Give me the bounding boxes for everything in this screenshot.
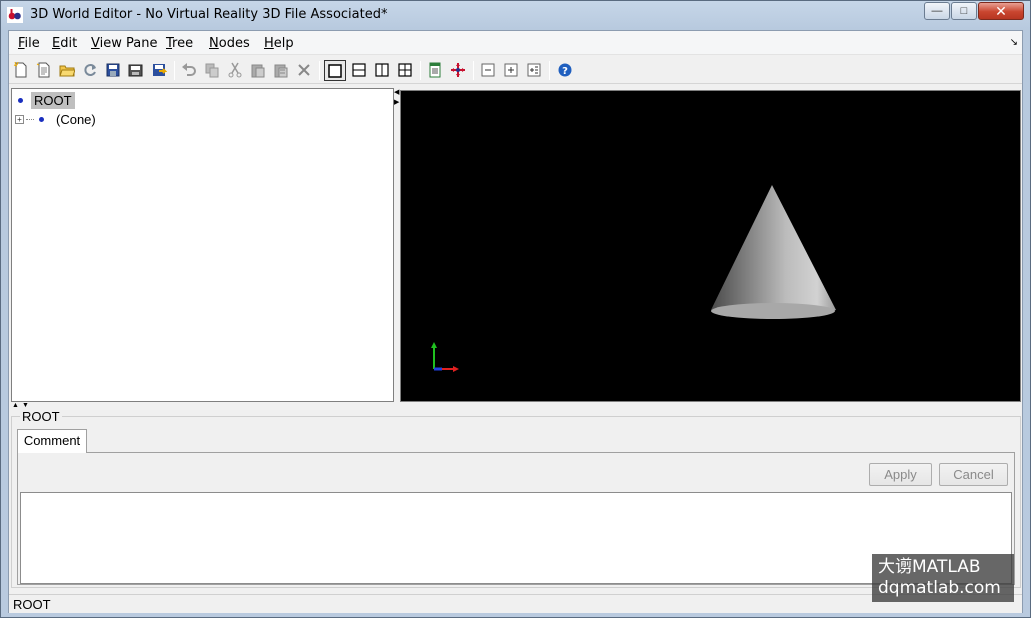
comment-textarea[interactable] xyxy=(20,492,1012,584)
help-icon[interactable]: ? xyxy=(556,61,574,79)
horizontal-splitter[interactable]: ▲ ▼ xyxy=(11,402,1021,409)
menu-view-pane[interactable]: View Pane xyxy=(91,36,157,51)
tree-connector xyxy=(26,118,34,120)
panel-title: ROOT xyxy=(20,409,62,424)
menu-file[interactable]: File xyxy=(18,36,40,51)
collapse-left-arrow-icon[interactable]: ◀ xyxy=(394,88,399,96)
menu-tree[interactable]: Tree xyxy=(166,36,193,51)
horizontal-split-icon[interactable] xyxy=(350,61,368,79)
new-file-icon[interactable] xyxy=(12,61,30,79)
3d-scene xyxy=(431,185,836,372)
copy-icon[interactable] xyxy=(203,61,221,79)
watermark-line1: 大谫MATLAB xyxy=(878,557,981,577)
status-bar: ROOT xyxy=(9,594,1022,613)
collapse-right-arrow-icon[interactable]: ▶ xyxy=(394,98,399,106)
client-area: File Edit View Pane Tree Nodes Help ↘ ? … xyxy=(8,30,1023,613)
toolbar-separator xyxy=(549,61,550,80)
cone-object[interactable] xyxy=(711,185,836,319)
menu-edit[interactable]: Edit xyxy=(52,36,77,51)
node-properties-panel: ROOT Comment Apply Cancel xyxy=(11,409,1021,588)
watermark: 大谫MATLAB dqmatlab.com xyxy=(872,554,1014,602)
node-bullet-icon xyxy=(18,97,23,103)
toolbar-separator xyxy=(420,61,421,80)
collapse-up-arrow-icon[interactable]: ▲ xyxy=(12,402,19,409)
toolbar-separator xyxy=(473,61,474,80)
new-from-template-icon[interactable] xyxy=(35,61,53,79)
undo-icon[interactable] xyxy=(180,61,198,79)
app-window: 3D World Editor - No Virtual Reality 3D … xyxy=(0,0,1031,618)
3d-viewport[interactable] xyxy=(400,90,1021,402)
tree-node-root[interactable]: ROOT xyxy=(18,91,75,109)
menu-dock-arrow-icon[interactable]: ↘ xyxy=(1010,37,1018,48)
minimize-button[interactable]: — xyxy=(924,2,950,20)
properties-icon[interactable] xyxy=(426,61,444,79)
paste-icon[interactable] xyxy=(249,61,267,79)
app-logo-icon xyxy=(7,7,23,23)
reload-icon[interactable] xyxy=(81,61,99,79)
menu-bar: File Edit View Pane Tree Nodes Help ↘ xyxy=(9,31,1022,55)
collapse-down-arrow-icon[interactable]: ▼ xyxy=(22,402,29,409)
tree-node-label: ROOT xyxy=(31,91,75,109)
menu-nodes[interactable]: Nodes xyxy=(209,36,250,51)
svg-text:?: ? xyxy=(562,66,568,77)
toolbar-separator xyxy=(174,61,175,80)
cancel-button[interactable]: Cancel xyxy=(939,463,1008,486)
quad-split-icon[interactable] xyxy=(396,61,414,79)
tree-node-cone[interactable]: + (Cone) xyxy=(15,110,96,128)
scene-tree[interactable]: ROOT + (Cone) xyxy=(11,88,394,402)
watermark-line2: dqmatlab.com xyxy=(878,578,1001,598)
axis-gizmo xyxy=(431,342,459,372)
single-pane-icon[interactable] xyxy=(324,60,346,81)
window-title: 3D World Editor - No Virtual Reality 3D … xyxy=(30,7,388,22)
menu-help[interactable]: Help xyxy=(264,36,294,51)
cut-icon[interactable] xyxy=(226,61,244,79)
tree-node-label: (Cone) xyxy=(56,111,96,127)
expand-toggle-icon[interactable]: + xyxy=(15,114,24,124)
open-folder-icon[interactable] xyxy=(58,61,76,79)
tab-comment[interactable]: Comment xyxy=(17,429,87,453)
vertical-split-icon[interactable] xyxy=(373,61,391,79)
title-bar[interactable]: 3D World Editor - No Virtual Reality 3D … xyxy=(1,1,1030,29)
apply-button[interactable]: Apply xyxy=(869,463,932,486)
node-bullet-icon xyxy=(39,116,44,122)
maximize-button[interactable]: □ xyxy=(951,2,977,20)
comment-tab-panel: Apply Cancel xyxy=(17,452,1015,585)
delete-icon[interactable] xyxy=(295,61,313,79)
paste-special-icon[interactable] xyxy=(272,61,290,79)
save-as-icon[interactable] xyxy=(127,61,145,79)
navigation-icon[interactable] xyxy=(449,61,467,79)
export-icon[interactable] xyxy=(150,61,168,79)
expand-icon[interactable] xyxy=(502,61,520,79)
expand-all-icon[interactable] xyxy=(525,61,543,79)
toolbar: ? xyxy=(9,56,1022,84)
collapse-icon[interactable] xyxy=(479,61,497,79)
close-button[interactable]: ✕ xyxy=(978,2,1024,20)
toolbar-separator xyxy=(319,61,320,80)
save-icon[interactable] xyxy=(104,61,122,79)
